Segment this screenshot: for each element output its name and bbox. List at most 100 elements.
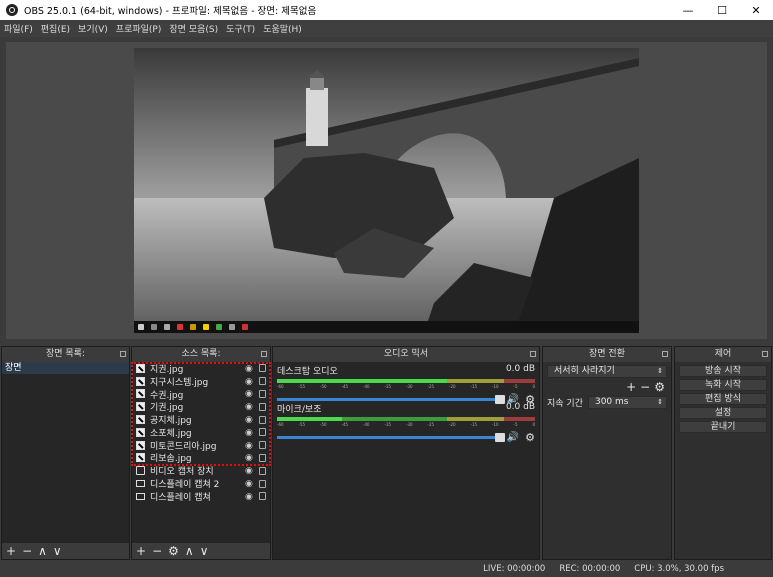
mixer-channel-mic: 마이크/보조 0.0 dB -60 -55 -50 -45 -40 -35 -30 -25 -2…	[273, 400, 539, 444]
move-up-icon[interactable]: ∧	[185, 545, 194, 557]
visibility-eye-icon[interactable]: ◉	[245, 402, 254, 412]
fader-knob[interactable]	[494, 433, 505, 442]
channel-db: 0.0 dB	[505, 364, 535, 374]
source-label: 기권.jpg	[150, 403, 184, 414]
visibility-eye-icon[interactable]: ◉	[245, 453, 254, 463]
move-down-icon[interactable]: ∨	[53, 545, 62, 557]
image-icon	[136, 427, 145, 437]
mixer-title-label: 오디오 믹서	[383, 349, 429, 359]
menu-file[interactable]: 파일(F)	[4, 22, 33, 35]
duration-label: 지속 기간	[547, 399, 583, 409]
visibility-eye-icon[interactable]: ◉	[245, 377, 254, 387]
lock-icon[interactable]	[259, 479, 266, 488]
source-item[interactable]: 디스플레이 캡쳐 ◉	[132, 490, 270, 503]
settings-button[interactable]: 설정	[679, 407, 767, 419]
channel-header: 데스크탑 오디오 0.0 dB	[277, 364, 535, 377]
lock-icon[interactable]	[259, 428, 266, 437]
lock-icon[interactable]	[259, 466, 266, 475]
undock-icon[interactable]	[762, 351, 768, 357]
remove-scene-icon[interactable]: −	[22, 545, 32, 557]
source-label: 디스플레이 캡쳐 2	[150, 480, 220, 491]
meter-ticks: -60 -55 -50 -45 -40 -35 -30 -25 -20 -15 -10 -5 0	[277, 422, 535, 427]
lock-icon[interactable]	[259, 377, 266, 386]
source-item[interactable]: 지권.jpg ◉	[132, 362, 270, 375]
maximize-icon[interactable]: ☐	[705, 0, 739, 20]
visibility-eye-icon[interactable]: ◉	[245, 479, 254, 489]
monitor-icon	[136, 480, 145, 488]
add-source-icon[interactable]: +	[136, 545, 146, 557]
visibility-eye-icon[interactable]: ◉	[245, 441, 254, 451]
scenes-dock-title: 장면 목록:	[2, 347, 129, 362]
visibility-eye-icon[interactable]: ◉	[245, 389, 254, 399]
minimize-icon[interactable]: —	[671, 0, 705, 20]
visibility-eye-icon[interactable]: ◉	[245, 415, 254, 425]
undock-icon[interactable]	[261, 351, 267, 357]
volume-fader[interactable]: 🔊 ⚙	[277, 431, 535, 444]
source-item[interactable]: 디스플레이 캡쳐 2 ◉	[132, 477, 270, 490]
menu-profile[interactable]: 프로파일(P)	[116, 22, 162, 35]
source-item[interactable]: 수권.jpg ◉	[132, 388, 270, 401]
volume-meter	[277, 417, 535, 421]
controls-title-label: 제어	[714, 349, 732, 359]
lock-icon[interactable]	[259, 364, 266, 373]
source-properties-icon[interactable]: ⚙	[168, 545, 179, 557]
menu-help[interactable]: 도움말(H)	[263, 22, 302, 35]
add-transition-icon[interactable]: +	[626, 381, 636, 394]
lock-icon[interactable]	[259, 453, 266, 462]
source-item[interactable]: 지구시스템.jpg ◉	[132, 375, 270, 388]
visibility-eye-icon[interactable]: ◉	[245, 466, 254, 476]
visibility-eye-icon[interactable]: ◉	[245, 364, 254, 374]
speaker-icon[interactable]: 🔊	[507, 432, 519, 443]
menu-view[interactable]: 보기(V)	[78, 22, 108, 35]
move-up-icon[interactable]: ∧	[38, 545, 47, 557]
visibility-eye-icon[interactable]: ◉	[245, 492, 254, 502]
lock-icon[interactable]	[259, 402, 266, 411]
scene-item[interactable]: 장면	[2, 362, 129, 374]
start-recording-button[interactable]: 녹화 시작	[679, 379, 767, 391]
undock-icon[interactable]	[120, 351, 126, 357]
source-item[interactable]: 소포체.jpg ◉	[132, 426, 270, 439]
move-down-icon[interactable]: ∨	[200, 545, 209, 557]
menu-edit[interactable]: 편집(E)	[41, 22, 70, 35]
scenes-title-label: 장면 목록:	[45, 349, 85, 359]
source-item[interactable]: 공지체.jpg ◉	[132, 413, 270, 426]
lock-icon[interactable]	[259, 415, 266, 424]
transition-select[interactable]: 서서히 사라지기 ⇕	[547, 365, 667, 378]
source-item[interactable]: 미토콘드리아.jpg ◉	[132, 439, 270, 452]
scenes-list[interactable]: 장면	[2, 362, 129, 543]
lock-icon[interactable]	[259, 492, 266, 501]
monitor-icon	[136, 492, 145, 500]
remove-transition-icon[interactable]: −	[640, 381, 650, 394]
source-item[interactable]: 비디오 캡처 장치 ◉	[132, 464, 270, 477]
status-bar: LIVE: 00:00:00 REC: 00:00:00 CPU: 3.0%, …	[0, 561, 773, 577]
source-item[interactable]: 리보솜.jpg ◉	[132, 452, 270, 464]
image-icon	[136, 440, 145, 450]
duration-spinbox[interactable]: 300 ms ⇕	[587, 396, 667, 409]
menu-scene-collection[interactable]: 장면 모음(S)	[169, 22, 218, 35]
gear-icon[interactable]: ⚙	[525, 431, 535, 444]
transition-actions: + − ⚙	[543, 381, 671, 394]
spin-arrows-icon[interactable]: ⇕	[657, 397, 663, 408]
preview-image	[134, 48, 639, 333]
studio-mode-button[interactable]: 편집 방식	[679, 393, 767, 405]
menu-tools[interactable]: 도구(T)	[226, 22, 255, 35]
lock-icon[interactable]	[259, 441, 266, 450]
undock-icon[interactable]	[662, 351, 668, 357]
close-icon[interactable]: ✕	[739, 0, 773, 20]
undock-icon[interactable]	[530, 351, 536, 357]
fader-track[interactable]	[277, 433, 505, 442]
visibility-eye-icon[interactable]: ◉	[245, 428, 254, 438]
preview-canvas[interactable]	[134, 48, 639, 333]
controls-body: 방송 시작 녹화 시작 편집 방식 설정 끝내기	[675, 362, 771, 559]
remove-source-icon[interactable]: −	[152, 545, 162, 557]
exit-button[interactable]: 끝내기	[679, 421, 767, 433]
add-scene-icon[interactable]: +	[6, 545, 16, 557]
source-item[interactable]: 기권.jpg ◉	[132, 400, 270, 413]
sources-footer: + − ⚙ ∧ ∨	[132, 543, 270, 559]
start-streaming-button[interactable]: 방송 시작	[679, 365, 767, 377]
lock-icon[interactable]	[259, 389, 266, 398]
source-label: 지권.jpg	[150, 364, 184, 375]
image-icon	[136, 402, 145, 412]
sources-list[interactable]: 지권.jpg ◉ 지구시스템.jpg ◉ 수권.jpg ◉ 기권.jpg ◉ 공지체.jpg ◉ 소…	[132, 362, 270, 543]
gear-icon[interactable]: ⚙	[654, 381, 665, 394]
